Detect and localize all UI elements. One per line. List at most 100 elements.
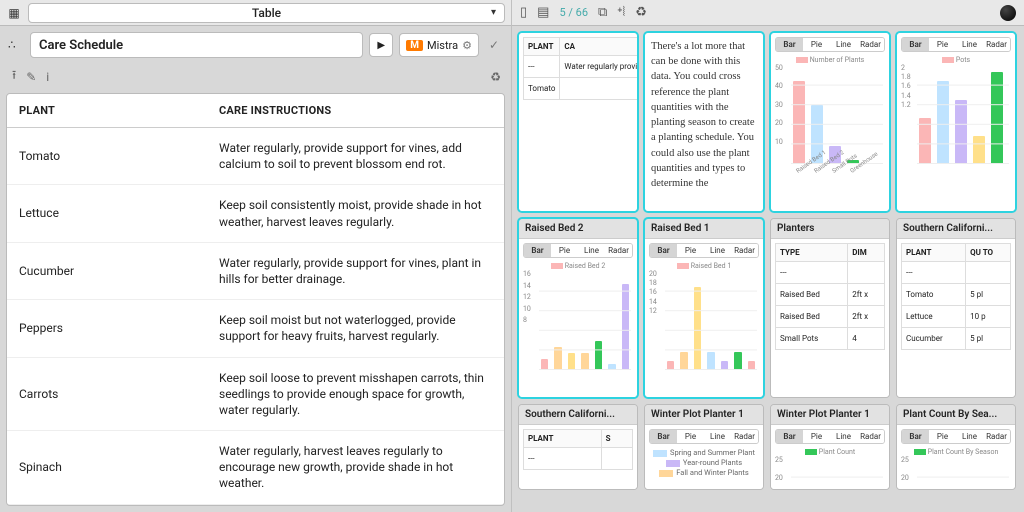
card-body: PLANTCA---Water regularly provide suppor… [519, 33, 637, 211]
table-row[interactable]: CucumberWater regularly, provide support… [7, 242, 504, 299]
mini-chart: 510152025 [901, 458, 1011, 489]
card-r1c1[interactable]: PLANTCA---Water regularly provide suppor… [518, 32, 638, 212]
card-r3c1[interactable]: Southern Californi...PLANTS--- [518, 404, 638, 490]
card-grid[interactable]: PLANTCA---Water regularly provide suppor… [512, 26, 1024, 512]
mini-row[interactable]: Tomato5 pl [902, 284, 1011, 306]
mini-chart: 810121416 [523, 272, 633, 382]
table-row[interactable]: TomatoWater regularly, provide support f… [7, 128, 504, 185]
orb-icon[interactable] [1000, 5, 1016, 21]
refresh-icon[interactable]: ♻ [490, 70, 501, 84]
left-topbar: ▦ Table ▾ [0, 0, 511, 26]
mini-row[interactable]: Cucumber5 pl [902, 328, 1011, 350]
card-r2c2[interactable]: Raised Bed 1BarPieLineRadarRaised Bed 11… [644, 218, 764, 398]
mini-row[interactable]: --- [776, 262, 885, 284]
chart-tabs[interactable]: BarPieLineRadar [649, 243, 759, 258]
tab-bar[interactable]: Bar [524, 244, 551, 257]
card-r3c2[interactable]: Winter Plot Planter 1BarPieLineRadarSpri… [644, 404, 764, 490]
chart-legend: Raised Bed 1 [649, 262, 759, 270]
card-r1c2[interactable]: There's a lot more that can be done with… [644, 32, 764, 212]
tab-pie[interactable]: Pie [677, 430, 704, 443]
card-r1c3[interactable]: BarPieLineRadarNumber of Plants102030405… [770, 32, 890, 212]
tab-pie[interactable]: Pie [929, 38, 956, 51]
tab-pie[interactable]: Pie [551, 244, 578, 257]
table-icon: ▦ [6, 6, 22, 20]
mini-th: PLANT [902, 244, 966, 262]
cell-type-label: Table [252, 6, 281, 20]
recycle-icon[interactable]: ♻ [635, 5, 647, 20]
col-care[interactable]: CARE INSTRUCTIONS [207, 94, 504, 128]
mini-row[interactable]: Tomato [524, 78, 638, 100]
tab-line[interactable]: Line [956, 38, 983, 51]
tab-line[interactable]: Line [956, 430, 983, 443]
copy-icon[interactable]: ⧉ [598, 5, 607, 20]
chart-tabs[interactable]: BarPieLineRadar [775, 37, 885, 52]
tab-pie[interactable]: Pie [803, 38, 830, 51]
table-row[interactable]: PeppersKeep soil moist but not waterlogg… [7, 300, 504, 357]
chart-tabs[interactable]: BarPieLineRadar [649, 429, 759, 444]
card-r2c1[interactable]: Raised Bed 2BarPieLineRadarRaised Bed 28… [518, 218, 638, 398]
mini-th: DIM [848, 244, 885, 262]
col-plant[interactable]: PLANT [7, 94, 207, 128]
tab-bar[interactable]: Bar [776, 38, 803, 51]
dots-icon[interactable]: ∴ [8, 38, 24, 52]
tab-pie[interactable]: Pie [677, 244, 704, 257]
tab-line[interactable]: Line [830, 430, 857, 443]
tab-radar[interactable]: Radar [605, 244, 632, 257]
card-body: BarPieLineRadarSpring and Summer PlantYe… [645, 425, 763, 489]
tab-line[interactable]: Line [830, 38, 857, 51]
mini-row[interactable]: Raised Bed2ft x [776, 284, 885, 306]
tab-bar[interactable]: Bar [650, 430, 677, 443]
cell-care: Water regularly, harvest leaves regularl… [207, 431, 504, 505]
mini-row[interactable]: Raised Bed2ft x [776, 306, 885, 328]
tab-radar[interactable]: Radar [983, 430, 1010, 443]
edit-icon[interactable]: ✎ [26, 70, 36, 84]
tab-bar[interactable]: Bar [902, 38, 929, 51]
table-row[interactable]: LettuceKeep soil consistently moist, pro… [7, 185, 504, 242]
mini-row[interactable]: Lettuce10 p [902, 306, 1011, 328]
table-row[interactable]: CarrotsKeep soil loose to prevent missha… [7, 357, 504, 431]
tab-radar[interactable]: Radar [731, 244, 758, 257]
tab-line[interactable]: Line [704, 244, 731, 257]
table-row[interactable]: ZucchiniWater regularly, provide support… [7, 504, 504, 506]
tab-pie[interactable]: Pie [929, 430, 956, 443]
card-r1c4[interactable]: BarPieLineRadarPots1.21.41.61.82 [896, 32, 1016, 212]
mini-row[interactable]: ---Water regularly provide support for v… [524, 56, 638, 78]
card-r2c4[interactable]: Southern Californi...PLANTQU TO---Tomato… [896, 218, 1016, 398]
tab-radar[interactable]: Radar [857, 38, 884, 51]
care-table: PLANT CARE INSTRUCTIONS TomatoWater regu… [7, 94, 504, 506]
check-icon[interactable]: ✓ [485, 38, 503, 52]
tab-bar[interactable]: Bar [776, 430, 803, 443]
mini-row[interactable]: Small Pots4 [776, 328, 885, 350]
tab-line[interactable]: Line [578, 244, 605, 257]
title-input[interactable]: Care Schedule [30, 32, 363, 58]
tab-pie[interactable]: Pie [803, 430, 830, 443]
upload-icon[interactable]: ⭱ [12, 66, 16, 87]
tab-radar[interactable]: Radar [731, 430, 758, 443]
table-row[interactable]: SpinachWater regularly, harvest leaves r… [7, 431, 504, 505]
add-icon[interactable]: ⁺⦚ [617, 5, 625, 20]
chart-tabs[interactable]: BarPieLineRadar [901, 37, 1011, 52]
tab-bar[interactable]: Bar [902, 430, 929, 443]
mini-row[interactable]: --- [902, 262, 1011, 284]
mini-row[interactable]: --- [524, 448, 633, 470]
run-button[interactable]: ▶ [369, 33, 393, 57]
model-selector[interactable]: M Mistra ⚙ [399, 33, 479, 57]
chart-tabs[interactable]: BarPieLineRadar [523, 243, 633, 258]
info-icon[interactable]: i [46, 70, 49, 84]
table-scroll[interactable]: PLANT CARE INSTRUCTIONS TomatoWater regu… [6, 93, 505, 506]
chart-tabs[interactable]: BarPieLineRadar [901, 429, 1011, 444]
card-r3c4[interactable]: Plant Count By Sea...BarPieLineRadarPlan… [896, 404, 1016, 490]
panel-icon[interactable]: ▯ [520, 5, 527, 20]
tab-radar[interactable]: Radar [983, 38, 1010, 51]
chart-tabs[interactable]: BarPieLineRadar [775, 429, 885, 444]
cell-type-dropdown[interactable]: Table ▾ [28, 3, 505, 23]
panel-icon-2[interactable]: ▤ [537, 5, 549, 20]
card-r2c3[interactable]: PlantersTYPEDIM---Raised Bed2ft xRaised … [770, 218, 890, 398]
tab-bar[interactable]: Bar [650, 244, 677, 257]
cell-plant: Carrots [7, 357, 207, 431]
tab-line[interactable]: Line [704, 430, 731, 443]
card-r3c3[interactable]: Winter Plot Planter 1BarPieLineRadarPlan… [770, 404, 890, 490]
tab-radar[interactable]: Radar [857, 430, 884, 443]
caret-down-icon: ▾ [491, 7, 496, 18]
mini-th: PLANT [524, 38, 560, 56]
